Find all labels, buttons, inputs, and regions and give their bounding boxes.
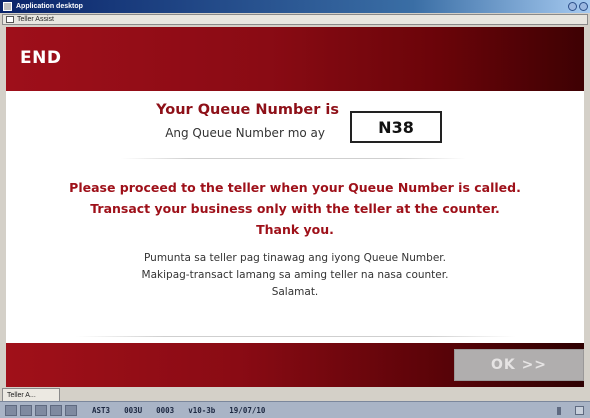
- status-square-icon[interactable]: [20, 404, 32, 416]
- message-en-line-2: Transact your business only with the tel…: [90, 201, 500, 216]
- close-icon[interactable]: [579, 2, 588, 11]
- status-field-user: 003U: [124, 405, 143, 415]
- status-field-version: v10-3b: [188, 405, 216, 415]
- status-field-station: AST3: [92, 405, 111, 415]
- page-title: END: [20, 48, 62, 68]
- window-controls: [568, 2, 588, 11]
- ok-button[interactable]: OK >>: [454, 349, 584, 381]
- window-icon: [6, 16, 14, 23]
- app-title: Teller Assist: [17, 16, 54, 23]
- status-field-counter: 0003: [156, 405, 175, 415]
- queue-label-en: Your Queue Number is: [156, 102, 339, 118]
- window-title: Application desktop: [16, 3, 83, 10]
- status-indicators: [557, 406, 584, 415]
- message-en-line-1: Please proceed to the teller when your Q…: [69, 180, 521, 195]
- app-titlebar: Teller Assist: [2, 14, 588, 25]
- status-field-date: 19/07/10: [229, 405, 266, 415]
- queue-label-tl: Ang Queue Number mo ay: [165, 126, 325, 140]
- queue-number-box: N38: [350, 111, 442, 143]
- app-icon: [3, 2, 12, 11]
- network-icon: [575, 406, 584, 415]
- header-band: END: [6, 27, 584, 91]
- message-tl-line-1: Pumunta sa teller pag tinawag ang iyong …: [144, 252, 446, 264]
- divider: [76, 336, 516, 337]
- divider: [121, 158, 466, 159]
- status-square-icon[interactable]: [35, 404, 47, 416]
- status-square-icon[interactable]: [5, 404, 17, 416]
- window-titlebar: Application desktop: [0, 0, 590, 13]
- status-bar: AST3 003U 0003 v10-3b 19/07/10: [0, 401, 590, 418]
- message-tl-line-2: Makipag-transact lamang sa aming teller …: [141, 269, 449, 281]
- taskbar-tab-teller[interactable]: Teller A...: [2, 388, 60, 401]
- signal-icon: [557, 406, 561, 415]
- status-square-icon[interactable]: [50, 404, 62, 416]
- message-en-line-3: Thank you.: [256, 222, 334, 237]
- app-panel: END Your Queue Number is Ang Queue Numbe…: [6, 27, 584, 387]
- minimize-icon[interactable]: [568, 2, 577, 11]
- content-area: Your Queue Number is Ang Queue Number mo…: [6, 91, 584, 343]
- message-tl-line-3: Salamat.: [271, 286, 319, 298]
- status-square-icon[interactable]: [65, 404, 77, 416]
